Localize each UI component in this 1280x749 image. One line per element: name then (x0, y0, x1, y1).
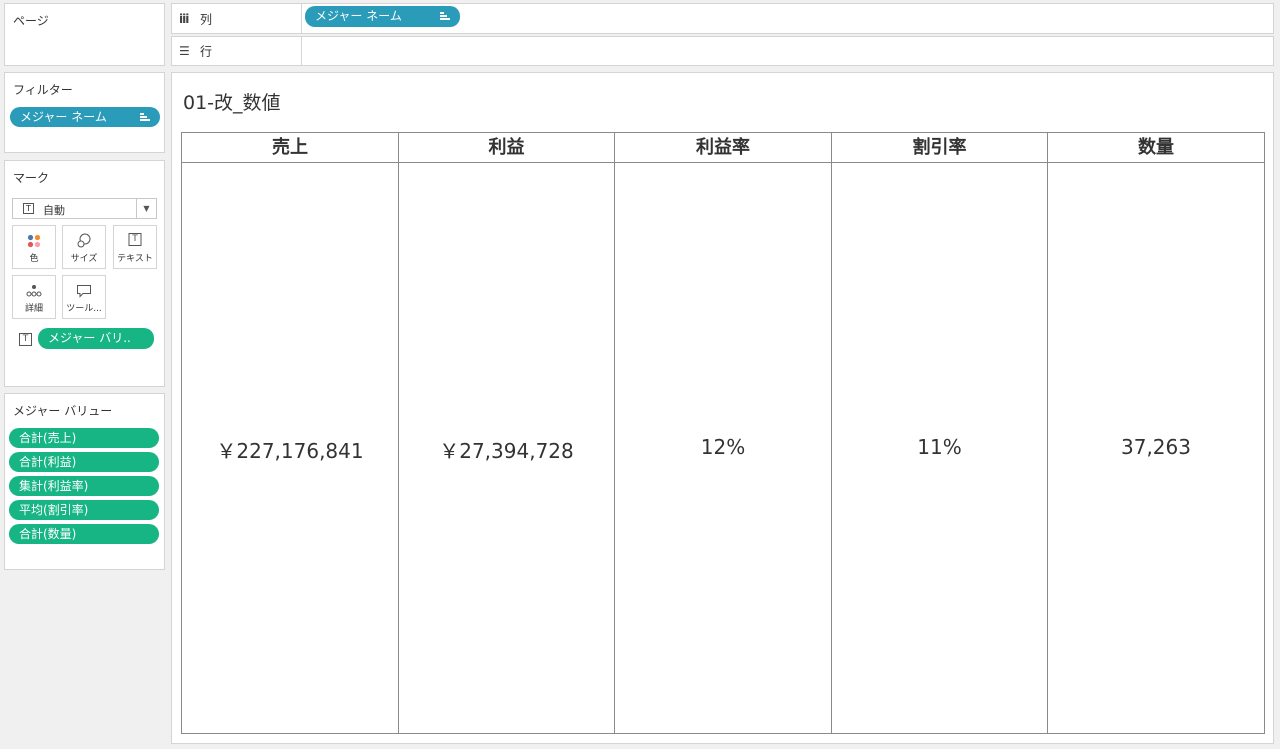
tooltip-button[interactable]: ツール... (62, 275, 106, 319)
cell-value[interactable]: 37,263 (1048, 435, 1264, 459)
marks-title: マーク (13, 171, 50, 185)
columns-icon: iii (179, 11, 189, 26)
cell-value[interactable]: ￥27,394,728 (399, 435, 614, 464)
table-column: 利益率 12% (615, 133, 832, 733)
measure-value-pill[interactable]: 集計(利益率) (9, 476, 159, 496)
rows-icon: ☰ (179, 44, 190, 58)
mark-type-select[interactable]: T 自動 ▼ (12, 198, 157, 219)
tooltip-icon (76, 283, 92, 298)
text-icon: T (128, 233, 142, 246)
measure-names-pill-columns[interactable]: メジャー ネーム (305, 6, 460, 27)
table-column: 割引率 11% (832, 133, 1048, 733)
detail-button[interactable]: 詳細 (12, 275, 56, 319)
size-icon (76, 233, 92, 249)
column-header[interactable]: 利益 (399, 133, 614, 163)
detail-icon (26, 283, 42, 297)
pages-title: ページ (13, 14, 49, 28)
table-column: 数量 37,263 (1048, 133, 1264, 733)
measure-value-pill[interactable]: 合計(売上) (9, 428, 159, 448)
text-table: 売上 ￥227,176,841 利益 ￥27,394,728 利益率 12% 割… (181, 132, 1265, 734)
filters-card[interactable]: フィルター メジャー ネーム (4, 72, 165, 153)
measure-value-pill[interactable]: 合計(数量) (9, 524, 159, 544)
marks-card: マーク (4, 160, 165, 387)
table-column: 売上 ￥227,176,841 (182, 133, 399, 733)
label-button[interactable]: T テキスト (113, 225, 157, 269)
size-button[interactable]: サイズ (62, 225, 106, 269)
measure-value-pill[interactable]: 平均(割引率) (9, 500, 159, 520)
columns-shelf-label: iii 列 (172, 4, 302, 33)
measure-values-title: メジャー バリュー (13, 404, 113, 418)
sort-icon (440, 11, 450, 21)
view-title[interactable]: 01-改_数値 (183, 88, 281, 115)
columns-shelf[interactable]: iii 列 メジャー ネーム (171, 3, 1274, 34)
measure-names-filter-pill[interactable]: メジャー ネーム (10, 107, 160, 127)
rows-shelf-label: ☰ 行 (172, 37, 302, 65)
color-icon (27, 233, 41, 248)
column-header[interactable]: 割引率 (832, 133, 1047, 163)
chevron-down-icon: ▼ (136, 199, 156, 218)
measure-value-pill[interactable]: 合計(利益) (9, 452, 159, 472)
measure-values-text-pill[interactable]: メジャー バリ.. (38, 328, 154, 349)
pages-card[interactable]: ページ (4, 3, 165, 66)
filters-title: フィルター (13, 83, 73, 97)
text-encoding-icon: T (19, 333, 32, 346)
column-header[interactable]: 売上 (182, 133, 398, 163)
cell-value[interactable]: ￥227,176,841 (182, 435, 398, 464)
sort-icon (140, 112, 150, 122)
table-column: 利益 ￥27,394,728 (399, 133, 615, 733)
cell-value[interactable]: 12% (615, 435, 831, 459)
text-mark-icon: T (23, 203, 34, 214)
color-button[interactable]: 色 (12, 225, 56, 269)
rows-shelf[interactable]: ☰ 行 (171, 36, 1274, 66)
column-header[interactable]: 利益率 (615, 133, 831, 163)
column-header[interactable]: 数量 (1048, 133, 1264, 163)
cell-value[interactable]: 11% (832, 435, 1047, 459)
